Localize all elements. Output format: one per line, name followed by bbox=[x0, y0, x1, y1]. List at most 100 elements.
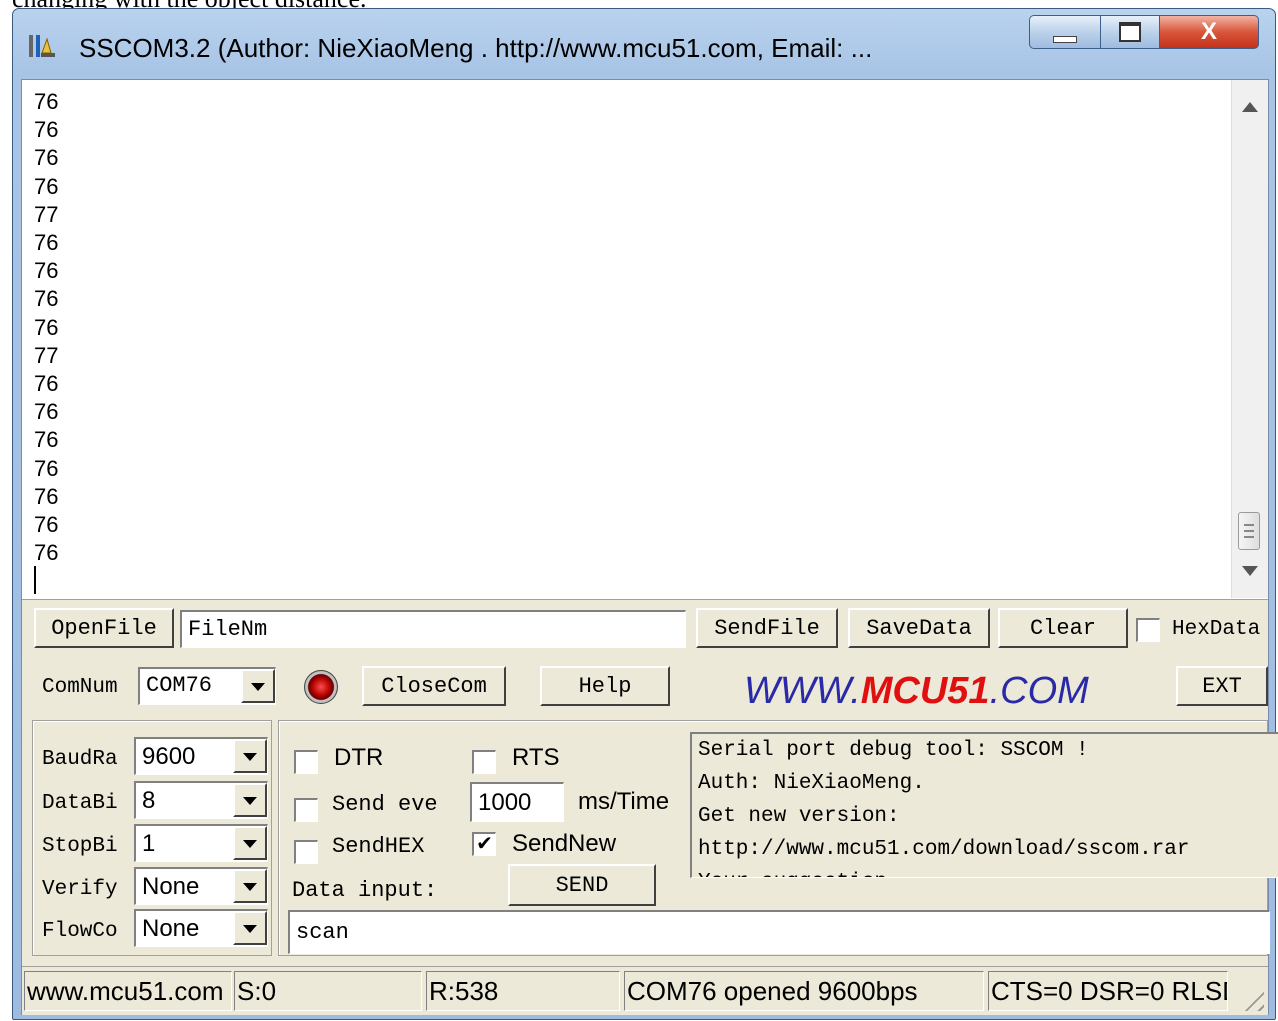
minimize-icon bbox=[1053, 35, 1077, 43]
logo-brand: MCU51 bbox=[860, 670, 990, 712]
close-icon: X bbox=[1200, 18, 1217, 45]
chevron-down-icon[interactable] bbox=[233, 739, 267, 773]
info-line: Get new version: bbox=[698, 805, 900, 828]
scroll-thumb[interactable] bbox=[1238, 512, 1260, 550]
data-bits-label: DataBi bbox=[42, 792, 118, 815]
rts-label: RTS bbox=[512, 744, 560, 771]
com-port-select[interactable]: COM76 bbox=[138, 667, 276, 705]
sscom-window: SSCOM3.2 (Author: NieXiaoMeng . http://w… bbox=[12, 8, 1278, 1020]
interval-unit-label: ms/Time bbox=[578, 788, 670, 815]
dtr-label: DTR bbox=[334, 744, 384, 771]
receive-line: 76 bbox=[34, 512, 59, 538]
minimize-button[interactable] bbox=[1029, 15, 1101, 49]
verify-label: Verify bbox=[42, 878, 118, 901]
receive-line: 76 bbox=[34, 371, 59, 397]
text-caret bbox=[34, 566, 36, 594]
flow-control-label: FlowCo bbox=[42, 920, 118, 943]
info-line: Your suggestion... bbox=[692, 866, 1278, 877]
dtr-checkbox[interactable] bbox=[294, 750, 318, 774]
clear-button[interactable]: Clear bbox=[998, 608, 1128, 648]
chevron-down-icon[interactable] bbox=[233, 869, 267, 903]
chevron-down-icon[interactable] bbox=[233, 826, 267, 860]
flow-control-select[interactable]: None bbox=[134, 909, 268, 947]
data-input-label: Data input: bbox=[292, 878, 438, 903]
send-hex-label: SendHEX bbox=[332, 834, 425, 859]
send-button[interactable]: SEND bbox=[508, 864, 656, 906]
logo-suffix: .COM bbox=[989, 670, 1089, 712]
baud-rate-select[interactable]: 9600 bbox=[134, 737, 268, 775]
chevron-down-icon[interactable] bbox=[233, 911, 267, 945]
status-received-count: R:538 bbox=[426, 971, 620, 1011]
info-textbox: Serial port debug tool: SSCOM ! Auth: Nie… bbox=[690, 732, 1278, 878]
comnum-label: ComNum bbox=[42, 676, 118, 699]
send-new-label: SendNew bbox=[512, 830, 617, 857]
interval-input[interactable]: 1000 bbox=[470, 782, 564, 822]
receive-line: 76 bbox=[34, 89, 59, 114]
receive-line: 76 bbox=[34, 399, 59, 425]
receive-line: 76 bbox=[34, 286, 59, 312]
data-input-field[interactable]: scan bbox=[288, 910, 1270, 954]
receive-textarea[interactable]: 76 76 76 76 77 76 76 76 76 77 76 76 76 76 76 76 76 bbox=[22, 80, 1268, 600]
data-bits-value: 8 bbox=[142, 787, 156, 814]
receive-line: 76 bbox=[34, 427, 59, 453]
receive-line: 76 bbox=[34, 173, 59, 199]
ext-button[interactable]: EXT bbox=[1176, 666, 1268, 706]
chevron-down-icon[interactable] bbox=[233, 783, 267, 817]
send-hex-checkbox[interactable] bbox=[294, 840, 318, 864]
receive-line: 76 bbox=[34, 258, 59, 284]
receive-line: 76 bbox=[34, 540, 59, 566]
baud-rate-label: BaudRa bbox=[42, 748, 118, 771]
hex-data-checkbox[interactable] bbox=[1136, 618, 1160, 642]
maximize-button[interactable] bbox=[1100, 15, 1160, 49]
data-bits-select[interactable]: 8 bbox=[134, 781, 268, 819]
window-title: SSCOM3.2 (Author: NieXiaoMeng . http://w… bbox=[79, 33, 873, 63]
open-file-button[interactable]: OpenFile bbox=[34, 608, 174, 648]
title-bar[interactable]: SSCOM3.2 (Author: NieXiaoMeng . http://w… bbox=[13, 9, 1275, 79]
baud-rate-value: 9600 bbox=[142, 743, 196, 770]
receive-scrollbar[interactable] bbox=[1231, 80, 1268, 598]
receive-line: 76 bbox=[34, 455, 59, 481]
receive-line: 76 bbox=[34, 117, 59, 143]
port-status-led-icon bbox=[304, 670, 338, 704]
status-sent-count: S:0 bbox=[234, 971, 422, 1011]
verify-value: None bbox=[142, 873, 200, 900]
logo-prefix: WWW. bbox=[744, 670, 861, 712]
verify-select[interactable]: None bbox=[134, 867, 268, 905]
stop-bits-select[interactable]: 1 bbox=[134, 824, 268, 862]
close-com-button[interactable]: CloseCom bbox=[362, 666, 506, 706]
receive-line: 76 bbox=[34, 314, 59, 340]
receive-lines: 76 76 76 76 77 76 76 76 76 77 76 76 76 76 76 76 76 bbox=[34, 88, 58, 567]
close-button[interactable]: X bbox=[1159, 15, 1259, 49]
maximize-icon bbox=[1119, 22, 1141, 42]
receive-line: 77 bbox=[34, 342, 59, 368]
receive-line: 76 bbox=[34, 483, 59, 509]
stop-bits-value: 1 bbox=[142, 830, 156, 857]
info-line: Auth: NieXiaoMeng. bbox=[698, 772, 925, 795]
send-file-button[interactable]: SendFile bbox=[696, 608, 838, 648]
status-port: COM76 opened 9600bps bbox=[624, 971, 984, 1011]
scroll-up-icon[interactable] bbox=[1242, 102, 1258, 112]
client-area: 76 76 76 76 77 76 76 76 76 77 76 76 76 76 76 76 76 OpenF… bbox=[21, 79, 1278, 1015]
chevron-down-icon[interactable] bbox=[241, 669, 275, 703]
status-lines: CTS=0 DSR=0 RLSD=0 bbox=[988, 971, 1228, 1011]
help-button[interactable]: Help bbox=[540, 666, 670, 706]
resize-grip-icon[interactable] bbox=[1238, 985, 1264, 1011]
save-data-button[interactable]: SaveData bbox=[848, 608, 990, 648]
send-new-checkbox[interactable]: ✔ bbox=[472, 832, 496, 856]
send-every-checkbox[interactable] bbox=[294, 798, 318, 822]
rts-checkbox[interactable] bbox=[472, 750, 496, 774]
scroll-down-icon[interactable] bbox=[1242, 566, 1258, 576]
app-icon bbox=[29, 35, 55, 57]
filename-field[interactable]: FileNm bbox=[180, 610, 686, 648]
receive-line: 76 bbox=[34, 145, 59, 171]
mcu51-logo[interactable]: WWW.MCU51.COM bbox=[744, 670, 1089, 713]
info-line: http://www.mcu51.com/download/sscom.rar bbox=[698, 838, 1190, 861]
send-every-label: Send eve bbox=[332, 792, 438, 817]
hex-data-label: HexData bbox=[1172, 618, 1261, 641]
status-bar: www.mcu51.com S:0 R:538 COM76 opened 960… bbox=[22, 966, 1268, 1015]
status-site: www.mcu51.com bbox=[24, 971, 232, 1011]
com-port-value: COM76 bbox=[146, 673, 213, 698]
receive-line: 77 bbox=[34, 201, 59, 227]
flow-control-value: None bbox=[142, 915, 200, 942]
info-line: Serial port debug tool: SSCOM ! bbox=[698, 739, 1089, 762]
